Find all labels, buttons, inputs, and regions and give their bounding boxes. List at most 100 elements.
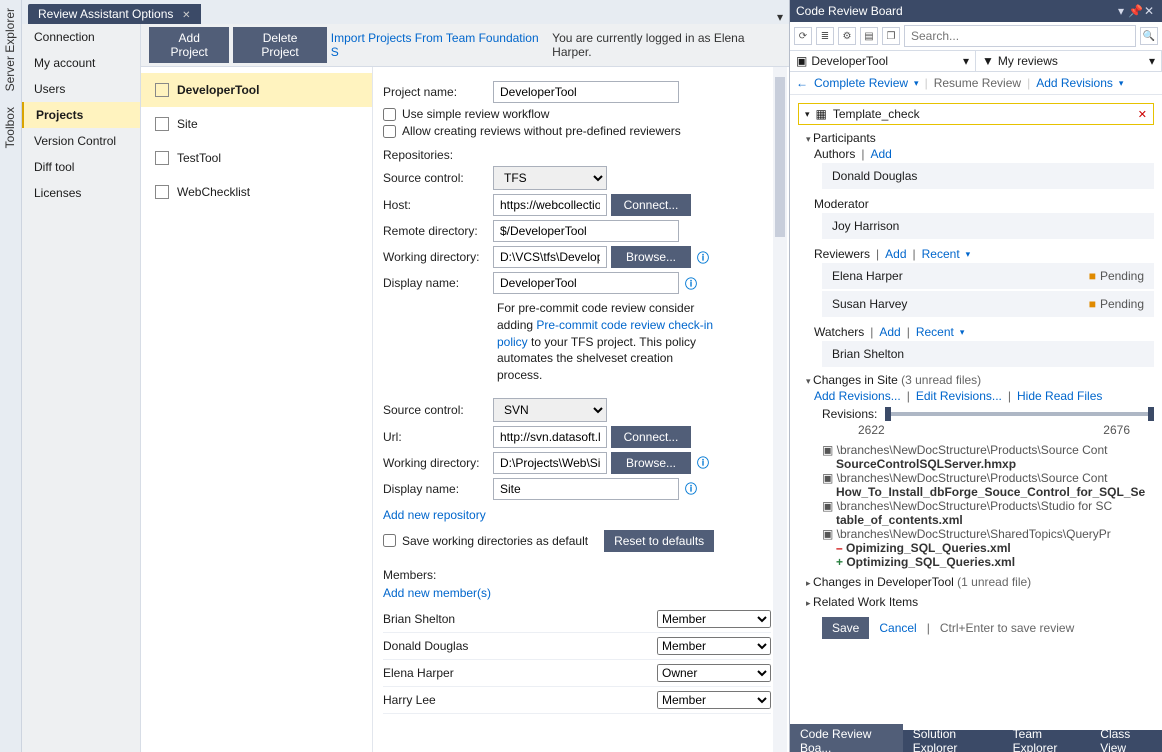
search-icon[interactable]: 🔍 [1140,27,1158,45]
nav-users[interactable]: Users [22,76,140,102]
project-item-webchecklist[interactable]: WebChecklist [141,175,372,209]
edit-revisions-link[interactable]: Edit Revisions... [916,389,1002,403]
project-name-input[interactable] [493,81,679,103]
tab-code-review[interactable]: Code Review Boa... [790,724,903,752]
close-icon[interactable]: ✕ [1142,4,1156,18]
close-review-icon[interactable]: ✕ [1138,108,1147,121]
nav-diff-tool[interactable]: Diff tool [22,154,140,180]
recent-watchers-link[interactable]: Recent [916,325,954,339]
add-repository-link[interactable]: Add new repository [383,508,486,522]
recent-reviewers-link[interactable]: Recent [922,247,960,261]
hide-read-link[interactable]: Hide Read Files [1017,389,1102,403]
form-scrollbar[interactable] [773,67,787,752]
project-item-testtool[interactable]: TestTool [141,141,372,175]
list-icon[interactable]: ≣ [816,27,834,45]
member-role-select[interactable]: Member [657,691,771,709]
info-icon[interactable]: ⓘ [685,275,697,292]
save-default-checkbox[interactable] [383,534,396,547]
save-button[interactable]: Save [822,617,869,639]
add-revisions-link[interactable]: Add Revisions... [814,389,901,403]
revision-slider[interactable] [885,412,1154,416]
file-item[interactable]: How_To_Install_dbForge_Souce_Control_for… [836,485,1154,499]
collapse-icon[interactable]: ▾ [805,109,810,120]
tab-class-view[interactable]: Class View [1090,724,1162,752]
dropdown-icon[interactable]: ▾ [1114,4,1128,18]
display-name-input[interactable] [493,478,679,500]
working-dir-input[interactable] [493,246,607,268]
review-name: Template_check [833,107,920,121]
project-label: TestTool [177,151,221,165]
connect-button[interactable]: Connect... [611,426,691,448]
file-path: ▣ \branches\NewDocStructure\SharedTopics… [822,527,1154,541]
changes-dev-section[interactable]: Changes in DeveloperTool (1 unread file) [806,575,1154,589]
add-project-button[interactable]: Add Project [149,27,229,63]
tab-server-explorer[interactable]: Server Explorer [0,0,21,99]
view-filter[interactable]: ▼ My reviews▾ [976,51,1162,71]
member-role-select[interactable]: Owner [657,664,771,682]
tab-toolbox[interactable]: Toolbox [0,99,21,156]
member-name: Harry Lee [383,693,657,707]
options-tab[interactable]: Review Assistant Options [28,4,201,24]
file-deleted[interactable]: Opimizing_SQL_Queries.xml [836,541,1154,555]
complete-review-link[interactable]: Complete Review [814,76,908,90]
participants-section[interactable]: Participants [806,131,1154,145]
import-projects-link[interactable]: Import Projects From Team Foundation S [331,31,544,59]
nav-connection[interactable]: Connection [22,24,140,50]
connect-button[interactable]: Connect... [611,194,691,216]
project-item-developertool[interactable]: DeveloperTool [141,73,372,107]
options-sidebar: Connection My account Users Projects Ver… [22,24,141,752]
working-dir-input[interactable] [493,452,607,474]
back-icon[interactable]: ← [796,76,808,90]
related-work-section[interactable]: Related Work Items [806,595,1154,609]
source-control-select[interactable]: TFS [493,166,607,190]
delete-project-button[interactable]: Delete Project [233,27,326,63]
nav-my-account[interactable]: My account [22,50,140,76]
changes-site-section[interactable]: Changes in Site (3 unread files) [806,373,1154,387]
browse-button[interactable]: Browse... [611,452,691,474]
dropdown-icon[interactable]: ▾ [771,10,789,24]
file-item[interactable]: SourceControlSQLServer.hmxp [836,457,1154,471]
info-icon[interactable]: ⓘ [697,454,709,471]
member-role-select[interactable]: Member [657,637,771,655]
add-members-link[interactable]: Add new member(s) [383,586,491,600]
browse-button[interactable]: Browse... [611,246,691,268]
nav-version-control[interactable]: Version Control [22,128,140,154]
member-role-select[interactable]: Member [657,610,771,628]
display-name-input[interactable] [493,272,679,294]
add-watcher-link[interactable]: Add [879,325,900,339]
allow-no-reviewers-checkbox[interactable] [383,125,396,138]
add-reviewer-link[interactable]: Add [885,247,906,261]
simple-workflow-checkbox[interactable] [383,108,396,121]
add-author-link[interactable]: Add [870,147,891,161]
save-default-label: Save working directories as default [402,534,588,548]
remote-dir-input[interactable] [493,220,679,242]
file-item[interactable]: table_of_contents.xml [836,513,1154,527]
info-icon[interactable]: ⓘ [685,480,697,497]
project-name-label: Project name: [383,85,493,99]
url-input[interactable] [493,426,607,448]
cancel-link[interactable]: Cancel [879,621,916,635]
project-item-site[interactable]: Site [141,107,372,141]
member-name: Elena Harper [383,666,657,680]
member-name: Brian Shelton [383,612,657,626]
project-filter[interactable]: ▣ DeveloperTool▾ [790,51,976,71]
host-input[interactable] [493,194,607,216]
search-input[interactable] [904,25,1136,47]
tab-solution-explorer[interactable]: Solution Explorer [903,724,1003,752]
review-title: Code Review Board [796,4,903,18]
refresh-icon[interactable]: ⟳ [794,27,812,45]
moderator-label: Moderator [814,197,869,211]
source-control-select[interactable]: SVN [493,398,607,422]
tab-team-explorer[interactable]: Team Explorer [1003,724,1091,752]
nav-projects[interactable]: Projects [22,102,140,128]
add-revisions-link[interactable]: Add Revisions [1036,76,1113,90]
layout-icon[interactable]: ▤ [860,27,878,45]
info-icon[interactable]: ⓘ [697,249,709,266]
pin-icon[interactable]: 📌 [1128,4,1142,18]
file-added[interactable]: Optimizing_SQL_Queries.xml [836,555,1154,569]
windows-icon[interactable]: ❐ [882,27,900,45]
reset-defaults-button[interactable]: Reset to defaults [604,530,714,552]
nav-licenses[interactable]: Licenses [22,180,140,206]
gear-icon[interactable]: ⚙ [838,27,856,45]
project-label: WebChecklist [177,185,250,199]
